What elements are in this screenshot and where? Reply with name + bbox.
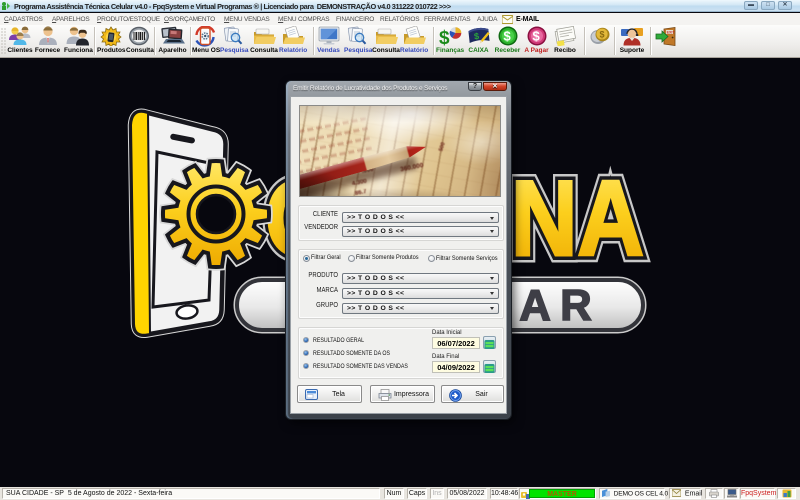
svg-text:$: $ bbox=[473, 31, 479, 41]
svg-text:$: $ bbox=[600, 30, 605, 40]
svg-text:EXIT: EXIT bbox=[667, 30, 676, 34]
svg-text:$: $ bbox=[439, 28, 450, 46]
svg-text:$: $ bbox=[532, 29, 540, 44]
svg-text:$: $ bbox=[503, 29, 511, 44]
